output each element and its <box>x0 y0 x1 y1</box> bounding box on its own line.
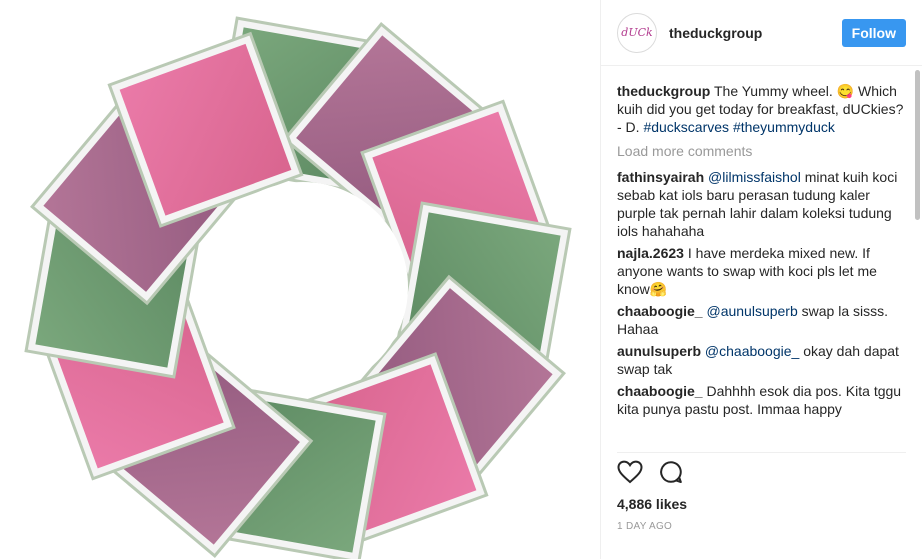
comment: chaaboogie_ Dahhhh esok dia pos. Kita tg… <box>617 382 908 418</box>
caption: theduckgroup The Yummy wheel. 😋 Which ku… <box>617 82 908 136</box>
load-more-comments[interactable]: Load more comments <box>617 142 908 160</box>
comment-username[interactable]: najla.2623 <box>617 245 684 261</box>
comment-mention[interactable]: @lilmissfaishol <box>708 169 801 185</box>
comment: najla.2623 I have merdeka mixed new. If … <box>617 244 908 298</box>
caption-username[interactable]: theduckgroup <box>617 83 710 99</box>
hashtag-link[interactable]: #duckscarves <box>643 119 729 135</box>
wheel-center <box>198 182 408 392</box>
follow-button[interactable]: Follow <box>841 18 906 47</box>
comment-username[interactable]: chaaboogie_ <box>617 303 703 319</box>
heart-icon[interactable] <box>617 460 643 484</box>
post-header: dUCk theduckgroup Follow <box>601 0 922 66</box>
scarf-wheel-image <box>24 16 572 559</box>
comments-scrollbar[interactable] <box>915 70 920 220</box>
post-username[interactable]: theduckgroup <box>669 25 842 41</box>
divider <box>617 452 906 453</box>
comment-username[interactable]: aunulsuperb <box>617 343 701 359</box>
comment-mention[interactable]: @chaaboogie_ <box>705 343 799 359</box>
avatar[interactable]: dUCk <box>617 12 657 53</box>
likes-count[interactable]: 4,886 likes <box>617 496 687 512</box>
hashtag-link[interactable]: #theyummyduck <box>733 119 835 135</box>
post-side-panel: dUCk theduckgroup Follow theduckgroup Th… <box>600 0 922 559</box>
post-actions <box>617 460 683 484</box>
post-photo[interactable] <box>0 0 600 559</box>
comment-username[interactable]: chaaboogie_ <box>617 383 703 399</box>
comment-mention[interactable]: @aunulsuperb <box>706 303 797 319</box>
comment-username[interactable]: fathinsyairah <box>617 169 704 185</box>
avatar-logo: dUCk <box>621 26 653 39</box>
comment-icon[interactable] <box>659 460 683 484</box>
comment: aunulsuperb @chaaboogie_ okay dah dapat … <box>617 342 908 378</box>
post-timestamp[interactable]: 1 DAY AGO <box>617 521 672 532</box>
comments-list: theduckgroup The Yummy wheel. 😋 Which ku… <box>617 82 908 452</box>
comment: chaaboogie_ @aunulsuperb swap la sisss. … <box>617 302 908 338</box>
instagram-post: dUCk theduckgroup Follow theduckgroup Th… <box>0 0 922 559</box>
comment: fathinsyairah @lilmissfaishol minat kuih… <box>617 168 908 240</box>
